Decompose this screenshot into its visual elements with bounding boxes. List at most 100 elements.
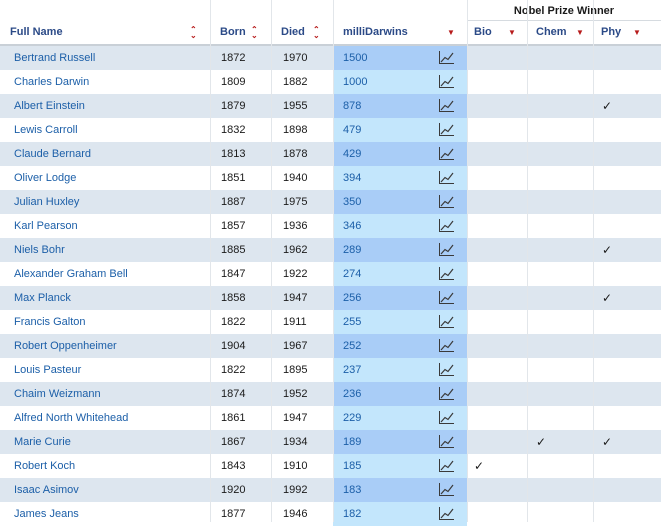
person-name-link[interactable]: Max Planck <box>0 286 210 310</box>
sparkline-chart-icon[interactable] <box>438 218 455 233</box>
column-label-full-name: Full Name <box>10 26 63 38</box>
sparkline-chart-icon[interactable] <box>438 458 455 473</box>
died-year-cell: 1911 <box>283 316 307 328</box>
table-row[interactable]: Bertrand Russell 1872 1970 1500 <box>0 46 661 70</box>
sparkline-chart-icon[interactable] <box>438 410 455 425</box>
table-row[interactable]: Francis Galton 1822 1911 255 <box>0 310 661 334</box>
sparkline-chart-icon[interactable] <box>438 338 455 353</box>
person-name-link[interactable]: Charles Darwin <box>0 70 210 94</box>
died-year-cell: 1910 <box>283 460 308 472</box>
person-name-link[interactable]: Francis Galton <box>0 310 210 334</box>
table-row[interactable]: Robert Oppenheimer 1904 1967 252 <box>0 334 661 358</box>
sparkline-chart-icon[interactable] <box>438 386 455 401</box>
table-row[interactable]: Robert Koch 1843 1910 185 ✓ <box>0 454 661 478</box>
table-row[interactable]: Albert Einstein 1879 1955 878 ✓ <box>0 94 661 118</box>
person-name-link[interactable]: James Jeans <box>0 502 210 526</box>
column-label-millidarwins: milliDarwins <box>343 26 408 38</box>
sparkline-chart-icon[interactable] <box>438 290 455 305</box>
person-name-link[interactable]: Niels Bohr <box>0 238 210 262</box>
table-row[interactable]: Louis Pasteur 1822 1895 237 <box>0 358 661 382</box>
column-header-millidarwins[interactable]: milliDarwins ▼ <box>333 21 467 45</box>
sparkline-chart-icon[interactable] <box>438 242 455 257</box>
column-label-bio: Bio <box>474 26 492 38</box>
died-year-cell: 1946 <box>283 508 308 520</box>
sort-descending-icon[interactable]: ▼ <box>508 21 516 45</box>
died-year-cell: 1975 <box>283 196 308 208</box>
died-year-cell: 1922 <box>283 268 308 280</box>
born-year-cell: 1843 <box>221 460 246 472</box>
table-row[interactable]: Claude Bernard 1813 1878 429 <box>0 142 661 166</box>
born-year-cell: 1920 <box>221 484 246 496</box>
person-name-link[interactable]: Louis Pasteur <box>0 358 210 382</box>
data-table: Nobel Prize Winner Full Name ⌃ ⌄ Born ⌃ ⌄ … <box>0 0 661 526</box>
sparkline-chart-icon[interactable] <box>438 362 455 377</box>
died-year-cell: 1947 <box>283 292 308 304</box>
sort-descending-icon[interactable]: ▼ <box>576 21 584 45</box>
sparkline-chart-icon[interactable] <box>438 50 455 65</box>
sparkline-chart-icon[interactable] <box>438 434 455 449</box>
sparkline-chart-icon[interactable] <box>438 314 455 329</box>
person-name-link[interactable]: Karl Pearson <box>0 214 210 238</box>
born-year-cell: 1885 <box>221 244 246 256</box>
person-name-link[interactable]: Lewis Carroll <box>0 118 210 142</box>
died-year-cell: 1967 <box>283 340 308 352</box>
table-row[interactable]: Chaim Weizmann 1874 1952 236 <box>0 382 661 406</box>
person-name-link[interactable]: Albert Einstein <box>0 94 210 118</box>
person-name-link[interactable]: Chaim Weizmann <box>0 382 210 406</box>
table-row[interactable]: Lewis Carroll 1832 1898 479 <box>0 118 661 142</box>
table-row[interactable]: James Jeans 1877 1946 182 <box>0 502 661 526</box>
table-row[interactable]: Charles Darwin 1809 1882 1000 <box>0 70 661 94</box>
table-row[interactable]: Max Planck 1858 1947 256 ✓ <box>0 286 661 310</box>
table-row[interactable]: Alfred North Whitehead 1861 1947 229 <box>0 406 661 430</box>
nobel-prize-group-header: Nobel Prize Winner <box>513 5 615 17</box>
column-divider <box>271 0 272 522</box>
sparkline-chart-icon[interactable] <box>438 506 455 521</box>
born-year-cell: 1858 <box>221 292 246 304</box>
column-divider <box>333 0 334 522</box>
sparkline-chart-icon[interactable] <box>438 482 455 497</box>
person-name-link[interactable]: Julian Huxley <box>0 190 210 214</box>
table-row[interactable]: Alexander Graham Bell 1847 1922 274 <box>0 262 661 286</box>
sparkline-chart-icon[interactable] <box>438 98 455 113</box>
column-header-chem[interactable]: Chem ▼ <box>527 21 593 45</box>
sparkline-chart-icon[interactable] <box>438 74 455 89</box>
column-header-full-name[interactable]: Full Name ⌃ ⌄ <box>0 21 210 45</box>
table-row[interactable]: Isaac Asimov 1920 1992 183 <box>0 478 661 502</box>
person-name-link[interactable]: Alexander Graham Bell <box>0 262 210 286</box>
sparkline-chart-icon[interactable] <box>438 122 455 137</box>
person-name-link[interactable]: Isaac Asimov <box>0 478 210 502</box>
table-row[interactable]: Oliver Lodge 1851 1940 394 <box>0 166 661 190</box>
column-label-born: Born <box>220 26 246 38</box>
sort-descending-icon[interactable]: ▼ <box>633 21 641 45</box>
physics-check-icon: ✓ <box>602 291 613 305</box>
born-year-cell: 1851 <box>221 172 246 184</box>
column-header-born[interactable]: Born ⌃ ⌄ <box>210 21 271 45</box>
person-name-link[interactable]: Marie Curie <box>0 430 210 454</box>
person-name-link[interactable]: Robert Koch <box>0 454 210 478</box>
died-year-cell: 1895 <box>283 364 308 376</box>
person-name-link[interactable]: Alfred North Whitehead <box>0 406 210 430</box>
born-year-cell: 1847 <box>221 268 246 280</box>
sparkline-chart-icon[interactable] <box>438 170 455 185</box>
sparkline-chart-icon[interactable] <box>438 194 455 209</box>
column-header-died[interactable]: Died ⌃ ⌄ <box>271 21 333 45</box>
died-year-cell: 1970 <box>283 52 308 64</box>
table-row[interactable]: Karl Pearson 1857 1936 346 <box>0 214 661 238</box>
died-year-cell: 1962 <box>283 244 308 256</box>
person-name-link[interactable]: Robert Oppenheimer <box>0 334 210 358</box>
person-name-link[interactable]: Bertrand Russell <box>0 46 210 70</box>
physics-check-icon: ✓ <box>602 243 613 257</box>
sort-descending-icon[interactable]: ▼ <box>447 21 455 45</box>
table-row[interactable]: Marie Curie 1867 1934 189 ✓ ✓ <box>0 430 661 454</box>
table-row[interactable]: Niels Bohr 1885 1962 289 ✓ <box>0 238 661 262</box>
born-year-cell: 1867 <box>221 436 246 448</box>
column-header-bio[interactable]: Bio ▼ <box>467 21 527 45</box>
column-header-phy[interactable]: Phy ▼ <box>593 21 661 45</box>
born-year-cell: 1877 <box>221 508 246 520</box>
sparkline-chart-icon[interactable] <box>438 266 455 281</box>
person-name-link[interactable]: Claude Bernard <box>0 142 210 166</box>
table-row[interactable]: Julian Huxley 1887 1975 350 <box>0 190 661 214</box>
born-year-cell: 1887 <box>221 196 246 208</box>
person-name-link[interactable]: Oliver Lodge <box>0 166 210 190</box>
sparkline-chart-icon[interactable] <box>438 146 455 161</box>
